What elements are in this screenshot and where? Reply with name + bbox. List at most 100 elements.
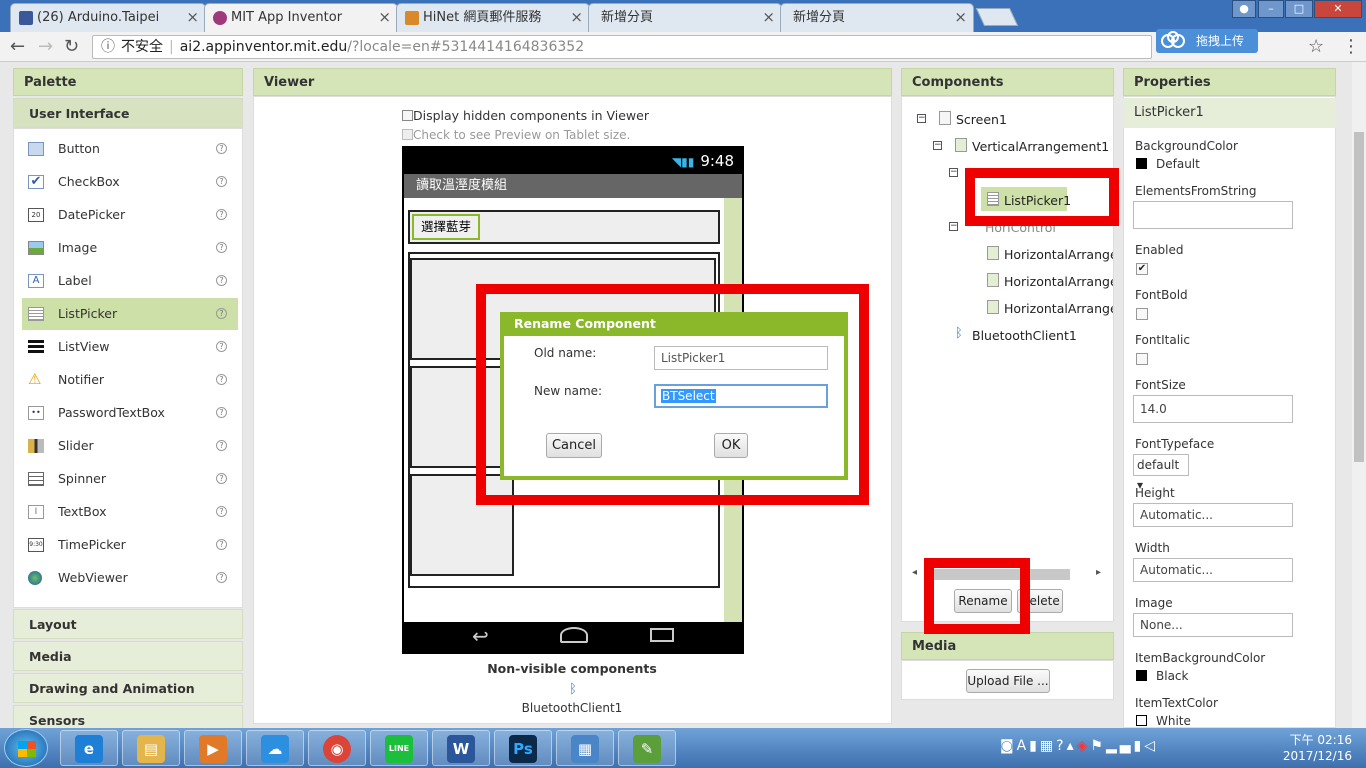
back-arrow-icon[interactable]: ← xyxy=(10,36,25,57)
tab-hinet-mail[interactable]: HiNet 網頁郵件服務 × xyxy=(396,3,590,32)
height-input[interactable]: Automatic... xyxy=(1133,503,1293,527)
volume-icon[interactable]: ◁ xyxy=(1144,738,1158,754)
drawer-user-interface[interactable]: User Interface xyxy=(13,98,243,128)
reload-icon[interactable]: ↻ xyxy=(64,36,79,57)
scroll-left-icon[interactable]: ◂ xyxy=(912,567,917,578)
list-picker-button[interactable]: 選擇藍芽 xyxy=(412,214,480,240)
help-icon[interactable]: ? xyxy=(216,506,227,517)
flag-icon[interactable]: ⚑ xyxy=(1090,738,1106,754)
upload-extension-button[interactable]: 拖拽上传 xyxy=(1156,29,1258,53)
start-button[interactable] xyxy=(4,729,48,767)
display-hidden-checkbox-row[interactable]: Display hidden components in Viewer xyxy=(402,108,649,123)
system-tray[interactable]: ◙A▮▦?▴◈⚑▂▄▮◁ xyxy=(1000,738,1158,754)
scroll-right-icon[interactable]: ▸ xyxy=(1096,567,1101,578)
new-tab-button[interactable] xyxy=(975,8,1019,26)
help-icon[interactable]: ? xyxy=(1056,738,1066,754)
palette-item-label[interactable]: A Label ? xyxy=(22,265,238,297)
taskbar-app-cloud[interactable]: ☁ xyxy=(246,730,304,766)
taskbar-app-word[interactable]: W xyxy=(432,730,490,766)
help-icon[interactable]: ? xyxy=(216,374,227,385)
taskbar-app-chrome[interactable]: ◉ xyxy=(308,730,366,766)
url-input[interactable]: ⓘ 不安全 | ai2.appinventor.mit.edu/?locale=en#… xyxy=(92,35,1152,59)
collapse-icon[interactable]: − xyxy=(933,141,942,150)
tab-close-icon[interactable]: × xyxy=(762,4,775,31)
help-icon[interactable]: ? xyxy=(216,572,227,583)
taskbar-app-explorer[interactable]: ▤ xyxy=(122,730,180,766)
elements-from-string-input[interactable] xyxy=(1133,201,1293,229)
tablet-preview-checkbox-row[interactable]: Check to see Preview on Tablet size. xyxy=(402,128,630,142)
display-hidden-checkbox[interactable] xyxy=(402,110,413,121)
ime-icon[interactable]: ◙ xyxy=(1000,738,1017,754)
tray-ime-letter[interactable]: A xyxy=(1017,738,1030,754)
help-icon[interactable]: ? xyxy=(216,209,227,220)
tab-new-tab-2[interactable]: 新增分頁 × xyxy=(780,3,974,32)
page-scrollbar[interactable] xyxy=(1352,62,1366,728)
components-scrollbar-thumb[interactable] xyxy=(926,569,1070,580)
maximize-icon[interactable]: □ xyxy=(1285,0,1313,18)
palette-item-datepicker[interactable]: 20 DatePicker ? xyxy=(22,199,238,231)
drawer-sensors[interactable]: Sensors xyxy=(13,705,243,728)
taskbar-app-ie[interactable]: e xyxy=(60,730,118,766)
minimize-icon[interactable]: – xyxy=(1258,0,1284,18)
tray-app-icon[interactable]: ▦ xyxy=(1040,738,1056,754)
palette-item-textbox[interactable]: I TextBox ? xyxy=(22,496,238,528)
image-input[interactable]: None... xyxy=(1133,613,1293,637)
itembg-swatch[interactable] xyxy=(1136,670,1147,681)
page-scrollbar-thumb[interactable] xyxy=(1354,132,1364,462)
width-input[interactable]: Automatic... xyxy=(1133,558,1293,582)
info-icon[interactable]: ⓘ xyxy=(101,39,115,55)
tab-close-icon[interactable]: × xyxy=(186,4,199,31)
upload-file-button[interactable]: Upload File ... xyxy=(966,669,1050,693)
person-icon[interactable]: ● xyxy=(1232,0,1256,18)
palette-item-image[interactable]: Image ? xyxy=(22,232,238,264)
drawer-drawing-animation[interactable]: Drawing and Animation xyxy=(13,673,243,703)
collapse-icon[interactable]: − xyxy=(949,168,958,177)
drawer-layout[interactable]: Layout xyxy=(13,609,243,639)
prop-itemtext-value[interactable]: White xyxy=(1156,714,1191,728)
help-icon[interactable]: ? xyxy=(216,176,227,187)
network-signal-icon[interactable]: ▂▄ xyxy=(1106,738,1134,754)
palette-item-listview[interactable]: ListView ? xyxy=(22,331,238,363)
drawer-media[interactable]: Media xyxy=(13,641,243,671)
bookmark-star-icon[interactable]: ☆ xyxy=(1308,36,1324,57)
palette-item-spinner[interactable]: Spinner ? xyxy=(22,463,238,495)
old-name-input[interactable]: ListPicker1 xyxy=(654,346,828,370)
taskbar-app-photoshop[interactable]: Ps xyxy=(494,730,552,766)
close-icon[interactable]: ✕ xyxy=(1314,0,1362,18)
rename-button[interactable]: Rename xyxy=(954,589,1012,613)
palette-item-notifier[interactable]: ⚠ Notifier ? xyxy=(22,364,238,396)
collapse-icon[interactable]: − xyxy=(949,222,958,231)
tray-window-icon[interactable]: ▮ xyxy=(1029,738,1040,754)
tab-arduino-taipei[interactable]: (26) Arduino.Taipei × xyxy=(10,3,206,32)
help-icon[interactable]: ? xyxy=(216,341,227,352)
prop-backgroundcolor-value[interactable]: Default xyxy=(1156,157,1200,171)
palette-item-listpicker[interactable]: ListPicker ? xyxy=(22,298,238,330)
fontitalic-checkbox[interactable] xyxy=(1136,353,1148,365)
palette-item-webviewer[interactable]: WebViewer ? xyxy=(22,562,238,594)
taskbar-app-arduino[interactable]: ✎ xyxy=(618,730,676,766)
tab-close-icon[interactable]: × xyxy=(954,4,967,31)
battery-icon[interactable]: ▮ xyxy=(1133,738,1144,754)
new-name-input[interactable]: BTSelect xyxy=(654,384,828,408)
help-icon[interactable]: ? xyxy=(216,440,227,451)
prop-itembg-value[interactable]: Black xyxy=(1156,669,1188,683)
help-icon[interactable]: ? xyxy=(216,275,227,286)
tab-mit-app-inventor[interactable]: MIT App Inventor × xyxy=(204,3,398,33)
help-icon[interactable]: ? xyxy=(216,473,227,484)
fontsize-input[interactable]: 14.0 xyxy=(1133,395,1293,423)
system-clock[interactable]: 下午 02:16 2017/12/16 xyxy=(1272,732,1352,764)
ok-button[interactable]: OK xyxy=(714,433,748,458)
tab-close-icon[interactable]: × xyxy=(570,4,583,31)
fonttypeface-dropdown[interactable]: default ▾ xyxy=(1133,454,1189,492)
taskbar-app-photo-viewer[interactable]: ▦ xyxy=(556,730,614,766)
tray-expand-icon[interactable]: ▴ xyxy=(1067,738,1077,754)
tray-red-app-icon[interactable]: ◈ xyxy=(1077,738,1091,754)
palette-item-timepicker[interactable]: 9:30 TimePicker ? xyxy=(22,529,238,561)
fontbold-checkbox[interactable] xyxy=(1136,308,1148,320)
taskbar-app-media-player[interactable]: ▶ xyxy=(184,730,242,766)
taskbar-app-line[interactable]: LINE xyxy=(370,730,428,766)
help-icon[interactable]: ? xyxy=(216,407,227,418)
palette-item-slider[interactable]: Slider ? xyxy=(22,430,238,462)
palette-item-passwordtextbox[interactable]: •• PasswordTextBox ? xyxy=(22,397,238,429)
menu-dots-icon[interactable]: ⋮ xyxy=(1342,36,1360,57)
